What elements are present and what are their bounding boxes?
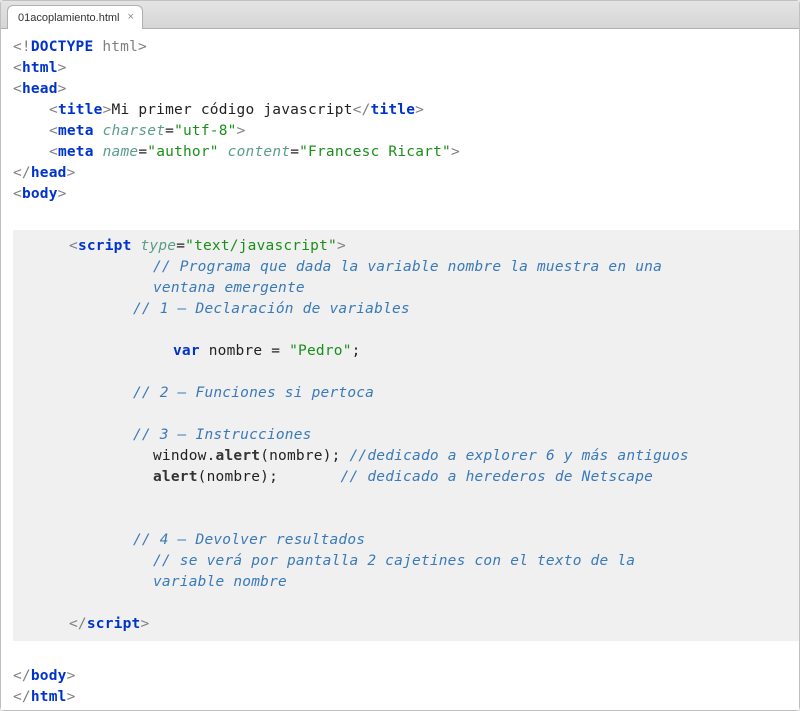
html-close-tag: html [31,689,67,705]
comment-4: // 3 – Instrucciones [133,427,312,443]
bracket: > [140,616,149,632]
close-icon[interactable]: × [128,12,134,23]
doctype-close: > [138,39,147,55]
call-arg: (nombre); [260,448,349,464]
comment-2: // 1 – Declaración de variables [133,301,410,317]
name-attr: name [103,144,139,160]
eq: = [290,144,299,160]
bracket: > [58,81,67,97]
eq: = [176,238,185,254]
bracket: < [13,81,22,97]
head-close-tag: head [31,165,67,181]
body-tag: body [22,186,58,202]
title-close-tag: title [371,102,416,118]
bracket: < [49,102,58,118]
comment-8b: variable nombre [153,574,287,590]
dot: . [207,448,216,464]
script-tag: script [78,238,132,254]
comment-6: // dedicado a herederos de Netscape [341,469,654,485]
bracket: </ [13,165,31,181]
bracket: </ [69,616,87,632]
var-kw: var [173,343,200,359]
script-block: <script type="text/javascript"> // Progr… [13,230,799,641]
comment-1b: ventana emergente [153,280,305,296]
file-tab[interactable]: 01acoplamiento.html × [7,5,143,29]
window-obj: window [153,448,207,464]
title-text: Mi primer código javascript [112,102,353,118]
bracket: > [337,238,346,254]
bracket: > [58,60,67,76]
script-close-tag: script [87,616,141,632]
bracket: </ [13,689,31,705]
comment-7: // 4 – Devolver resultados [133,532,365,548]
doctype-open: <! [13,39,31,55]
bracket: </ [353,102,371,118]
type-attr: type [140,238,176,254]
bracket: > [237,123,246,139]
comment-8: // se verá por pantalla 2 cajetines con … [153,553,635,569]
bracket: > [58,186,67,202]
comment-3: // 2 – Funciones si pertoca [133,385,374,401]
comment-1: // Programa que dada la variable nombre … [153,259,662,275]
charset-val: "utf-8" [174,123,237,139]
var-val: "Pedro" [289,343,352,359]
eq: = [165,123,174,139]
meta-tag: meta [58,144,94,160]
bracket: < [49,144,58,160]
meta-tag: meta [58,123,94,139]
tab-filename: 01acoplamiento.html [18,12,120,24]
bracket: < [69,238,78,254]
content-attr: content [228,144,291,160]
html-tag: html [22,60,58,76]
bracket: > [451,144,460,160]
eq: = [138,144,147,160]
title-tag: title [58,102,103,118]
body-close-tag: body [31,668,67,684]
bracket: < [13,60,22,76]
doctype-kw: DOCTYPE [31,39,94,55]
bracket: > [67,689,76,705]
head-tag: head [22,81,58,97]
bracket: > [67,668,76,684]
alert-fn: alert [216,448,261,464]
tab-bar: 01acoplamiento.html × [1,1,799,29]
bracket: > [103,102,112,118]
editor-window: 01acoplamiento.html × <!DOCTYPE html> <h… [0,0,800,711]
semi: ; [352,343,361,359]
bracket: > [415,102,424,118]
call-arg: (nombre); [198,469,341,485]
type-val: "text/javascript" [185,238,337,254]
name-val: "author" [147,144,218,160]
charset-attr: charset [103,123,166,139]
content-val: "Francesc Ricart" [299,144,451,160]
comment-5: //dedicado a explorer 6 y más antiguos [350,448,689,464]
bracket: > [67,165,76,181]
bracket: < [13,186,22,202]
bracket: </ [13,668,31,684]
alert-fn: alert [153,469,198,485]
doctype-html: html [93,39,138,55]
bracket: < [49,123,58,139]
code-editor[interactable]: <!DOCTYPE html> <html> <head> <title>Mi … [1,29,799,710]
var-name: nombre = [200,343,289,359]
